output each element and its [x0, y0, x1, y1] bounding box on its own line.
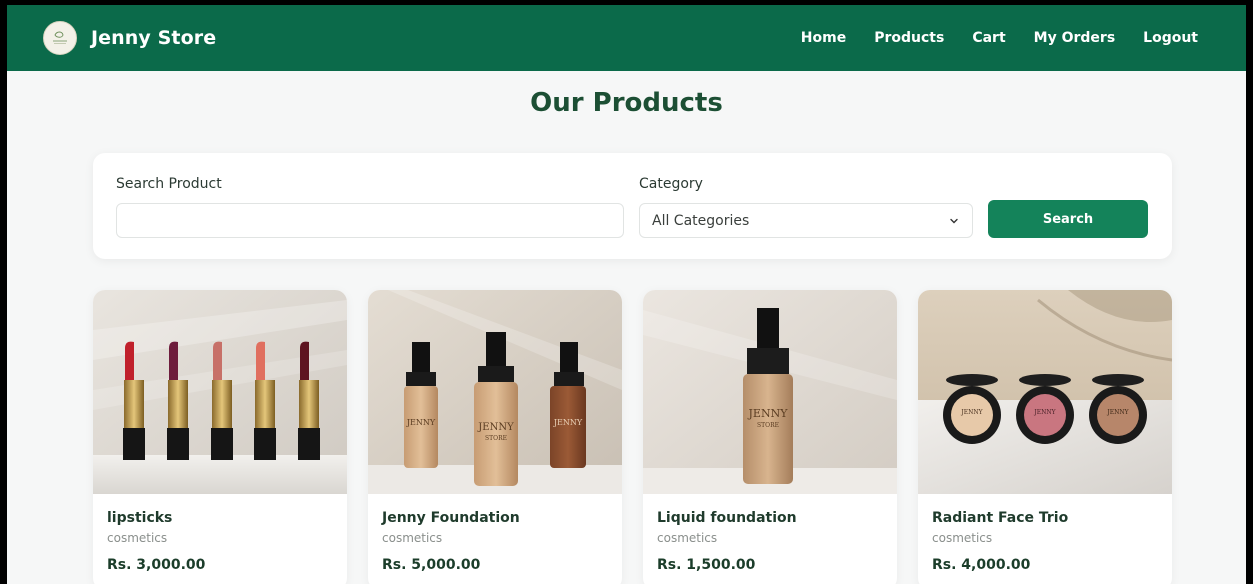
nav-my-orders[interactable]: My Orders — [1034, 30, 1116, 46]
product-category: cosmetics — [932, 531, 993, 545]
product-price: Rs. 3,000.00 — [107, 557, 206, 573]
category-label: Category — [639, 176, 703, 192]
store-logo-icon[interactable] — [43, 21, 77, 55]
svg-text:JENNY: JENNY — [406, 418, 436, 427]
product-category: cosmetics — [107, 531, 168, 545]
svg-text:JENNY: JENNY — [1033, 409, 1056, 416]
svg-text:JENNY: JENNY — [553, 418, 583, 427]
search-product-input[interactable] — [116, 203, 624, 238]
svg-text:JENNY: JENNY — [960, 409, 983, 416]
nav-home[interactable]: Home — [801, 30, 846, 46]
product-image-radiant-face-trio[interactable]: JENNY JENNY JENNY — [918, 290, 1172, 494]
product-price: Rs. 1,500.00 — [657, 557, 756, 573]
app-window: Jenny Store Home Products Cart My Orders… — [7, 5, 1246, 584]
chevron-down-icon — [950, 218, 958, 223]
product-price: Rs. 5,000.00 — [382, 557, 481, 573]
product-card[interactable]: lipsticks cosmetics Rs. 3,000.00 — [93, 290, 347, 584]
search-product-label: Search Product — [116, 176, 222, 192]
nav-cart[interactable]: Cart — [972, 30, 1005, 46]
product-name[interactable]: Liquid foundation — [657, 510, 883, 526]
category-selected-value: All Categories — [652, 212, 750, 229]
svg-text:STORE: STORE — [757, 422, 779, 429]
top-navbar: Jenny Store Home Products Cart My Orders… — [7, 5, 1246, 71]
nav-products[interactable]: Products — [874, 30, 944, 46]
product-category: cosmetics — [657, 531, 718, 545]
product-card[interactable]: JENNY JENNY JENNY Radiant Face Trio cosm… — [918, 290, 1172, 584]
product-name[interactable]: Radiant Face Trio — [932, 510, 1158, 526]
product-card[interactable]: JENNY JENNY STORE JENNY Jenny Foundation… — [368, 290, 622, 584]
page-title: Our Products — [530, 88, 723, 118]
product-grid: lipsticks cosmetics Rs. 3,000.00 JENNY J… — [93, 290, 1173, 584]
product-category: cosmetics — [382, 531, 443, 545]
svg-text:STORE: STORE — [485, 435, 507, 442]
search-button[interactable]: Search — [988, 200, 1148, 238]
nav-logout[interactable]: Logout — [1143, 30, 1198, 46]
product-image-lipsticks[interactable] — [93, 290, 347, 494]
category-select[interactable]: All Categories — [639, 203, 973, 238]
product-image-jenny-foundation[interactable]: JENNY JENNY STORE JENNY — [368, 290, 622, 494]
product-name[interactable]: lipsticks — [107, 510, 333, 526]
nav-links: Home Products Cart My Orders Logout — [773, 30, 1246, 46]
svg-text:JENNY: JENNY — [1106, 409, 1129, 416]
product-card[interactable]: JENNY STORE Liquid foundation cosmetics … — [643, 290, 897, 584]
product-image-liquid-foundation[interactable]: JENNY STORE — [643, 290, 897, 494]
svg-text:JENNY: JENNY — [748, 407, 789, 420]
product-price: Rs. 4,000.00 — [932, 557, 1031, 573]
product-name[interactable]: Jenny Foundation — [382, 510, 608, 526]
brand-name[interactable]: Jenny Store — [91, 27, 216, 49]
search-panel: Search Product Category All Categories S… — [93, 153, 1172, 259]
svg-text:JENNY: JENNY — [477, 422, 514, 433]
